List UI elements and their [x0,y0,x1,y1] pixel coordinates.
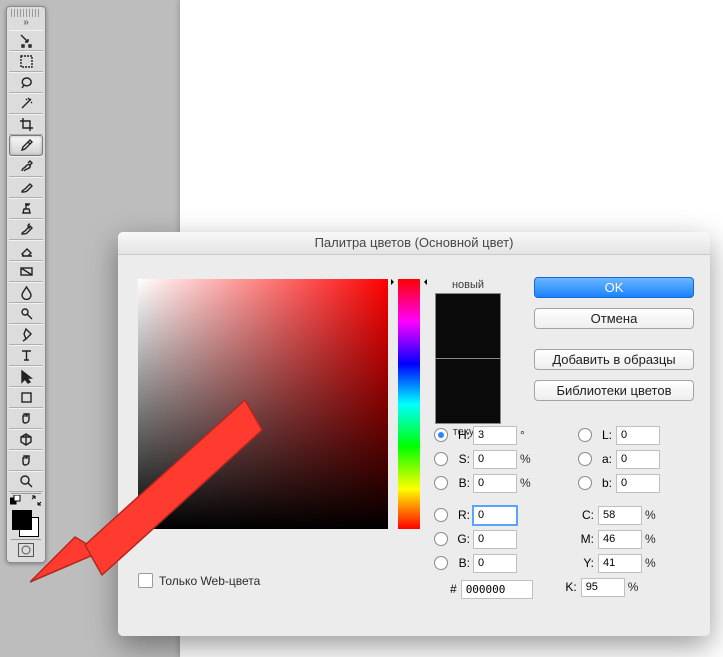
input-k[interactable] [581,578,625,597]
marquee-tool[interactable] [9,51,43,72]
pen-tool[interactable] [9,324,43,345]
color-field[interactable] [138,279,388,529]
color-preview: новый текущ [434,279,502,438]
label-b-hsb: B: [452,476,470,490]
label-s: S: [452,452,470,466]
add-to-swatches-button[interactable]: Добавить в образцы [534,349,694,370]
label-c: C: [578,508,594,522]
input-m[interactable] [598,530,642,549]
label-k: K: [561,580,577,594]
radio-a[interactable] [578,452,592,466]
hue-slider-thumb[interactable] [395,279,423,285]
label-b-lab: b: [596,476,612,490]
radio-g[interactable] [434,532,448,546]
collapse-chevrons-icon[interactable]: » [7,18,45,30]
preview-current-swatch[interactable] [435,359,501,424]
default-colors-icon[interactable] [10,495,21,509]
input-b-rgb[interactable] [473,554,517,573]
brush-tool[interactable] [9,177,43,198]
radio-s[interactable] [434,452,448,466]
radio-l[interactable] [578,428,592,442]
input-g[interactable] [473,530,517,549]
color-picker-dialog: Палитра цветов (Основной цвет) новый тек… [118,232,710,636]
input-r[interactable] [473,506,517,525]
input-l[interactable] [616,426,660,445]
type-tool[interactable] [9,345,43,366]
color-libraries-button[interactable]: Библиотеки цветов [534,380,694,401]
radio-h[interactable] [434,428,448,442]
radio-r[interactable] [434,508,448,522]
hue-slider[interactable] [398,279,420,529]
input-hex[interactable] [461,580,533,599]
quick-mask-icon[interactable] [9,541,43,559]
input-c[interactable] [598,506,642,525]
zoom-tool[interactable] [9,471,43,492]
move-tool[interactable] [9,30,43,51]
tools-panel: » [6,6,46,563]
label-hex: # [450,582,457,596]
hand-tool[interactable] [9,450,43,471]
radio-b-rgb[interactable] [434,556,448,570]
panel-grip[interactable] [11,9,41,17]
swap-colors-icon[interactable] [31,495,42,509]
unit-k: % [628,580,646,594]
label-r: R: [452,508,470,522]
input-h[interactable] [473,426,517,445]
lasso-tool[interactable] [9,72,43,93]
clone-stamp-tool[interactable] [9,198,43,219]
eraser-tool[interactable] [9,240,43,261]
web-colors-checkbox[interactable] [138,573,153,588]
unit-pct2: % [520,476,538,490]
unit-m: % [645,532,663,546]
cancel-button[interactable]: Отмена [534,308,694,329]
preview-new-label: новый [434,279,502,291]
shape-tool[interactable] [9,387,43,408]
radio-b-hsb[interactable] [434,476,448,490]
unit-y: % [645,556,663,570]
unit-deg: ° [520,428,538,442]
radio-b-lab[interactable] [578,476,592,490]
label-b-rgb: B: [452,556,470,570]
crop-tool[interactable] [9,114,43,135]
input-s[interactable] [473,450,517,469]
unit-pct: % [520,452,538,466]
input-b-lab[interactable] [616,474,660,493]
preview-new-swatch [435,293,501,359]
color-swatches [9,509,43,537]
label-g: G: [452,532,470,546]
label-l: L: [596,428,612,442]
input-a[interactable] [616,450,660,469]
3d-tool[interactable] [9,429,43,450]
dodge-tool[interactable] [9,303,43,324]
foreground-color-swatch[interactable] [12,510,32,530]
history-brush-tool[interactable] [9,219,43,240]
eyedropper-tool[interactable] [9,135,43,156]
healing-brush-tool[interactable] [9,156,43,177]
label-a: a: [596,452,612,466]
label-m: M: [578,532,594,546]
gradient-tool[interactable] [9,261,43,282]
unit-c: % [645,508,663,522]
dialog-title[interactable]: Палитра цветов (Основной цвет) [118,232,710,255]
web-colors-label: Только Web-цвета [159,574,260,588]
hand-alt-tool[interactable] [9,408,43,429]
label-y: Y: [578,556,594,570]
magic-wand-tool[interactable] [9,93,43,114]
ok-button[interactable]: OK [534,277,694,298]
input-b-hsb[interactable] [473,474,517,493]
input-y[interactable] [598,554,642,573]
path-selection-tool[interactable] [9,366,43,387]
blur-tool[interactable] [9,282,43,303]
label-h: H: [452,428,470,442]
